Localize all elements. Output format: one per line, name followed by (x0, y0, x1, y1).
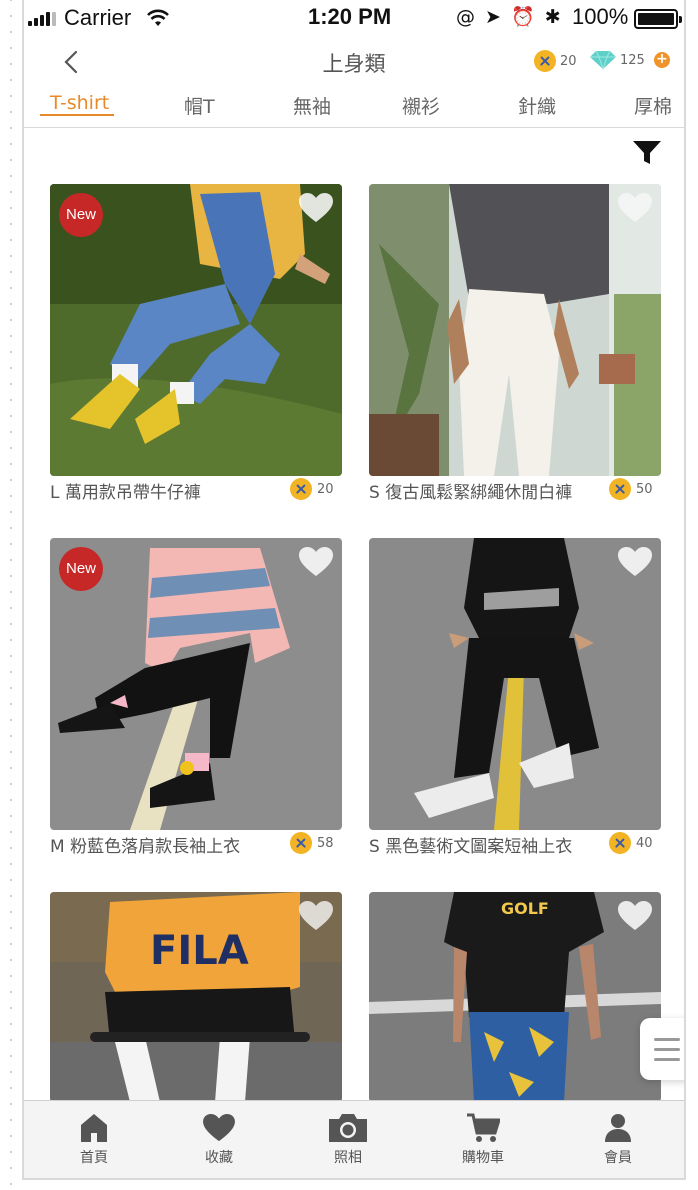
gem-balance[interactable]: 125 (588, 50, 645, 70)
battery-icon (634, 9, 682, 29)
svg-text:FILA: FILA (150, 928, 249, 974)
tabbar-label: 會員 (604, 1150, 632, 1166)
product-price: 20 (290, 478, 334, 500)
coin-icon (609, 832, 631, 854)
new-badge: New (59, 547, 103, 591)
tab-knit[interactable]: 針織 (518, 92, 556, 119)
product-price: 50 (609, 478, 653, 500)
tab-tshirt[interactable]: T-shirt (50, 92, 109, 114)
product-photo[interactable]: New (50, 184, 342, 476)
status-time: 1:20 PM (308, 4, 392, 29)
product-name: S 復古風鬆緊綁繩休閒白褲 (369, 483, 573, 503)
svg-text:GOLF: GOLF (501, 899, 549, 918)
coin-icon (534, 50, 556, 72)
heart-icon (618, 193, 652, 222)
product-name: L 萬用款吊帶牛仔褲 (50, 483, 201, 503)
page-title: 上身類 (322, 52, 386, 76)
diamond-icon (590, 50, 616, 70)
heart-icon (299, 547, 333, 576)
product-name: S 黑色藝術文圖案短袖上衣 (369, 837, 573, 857)
favorite-button[interactable] (298, 192, 334, 224)
coin-icon (609, 478, 631, 500)
filter-icon (633, 141, 661, 164)
status-indicators-icon: @ ➤ ⏰ ✱ (456, 6, 563, 28)
tab-shirt[interactable]: 襯衫 (402, 92, 440, 119)
price-value: 50 (636, 481, 653, 497)
filter-button[interactable] (632, 140, 662, 166)
favorite-button[interactable] (298, 546, 334, 578)
product-name: M 粉藍色落肩款長袖上衣 (50, 837, 241, 857)
favorite-button[interactable] (617, 900, 653, 932)
price-value: 20 (317, 481, 334, 497)
coin-balance[interactable]: 20 (534, 50, 577, 72)
signal-icon (28, 12, 56, 26)
status-bar: Carrier 1:20 PM @ ➤ ⏰ ✱ 100% (24, 0, 684, 36)
product-price: 40 (609, 832, 653, 854)
tabbar-label: 照相 (334, 1150, 362, 1166)
heart-icon (299, 901, 333, 930)
tab-hoodie[interactable]: 帽T (184, 92, 215, 119)
coin-count: 20 (560, 53, 577, 69)
wifi-icon (147, 9, 169, 26)
coin-icon (290, 478, 312, 500)
tab-sleeveless[interactable]: 無袖 (293, 92, 331, 119)
coin-icon (290, 832, 312, 854)
user-icon (605, 1114, 631, 1142)
add-currency-button[interactable]: + (654, 52, 670, 68)
nav-bar: 上身類 20 125 + (24, 36, 684, 88)
tabbar-member[interactable]: 會員 (573, 1113, 663, 1167)
heart-icon (618, 901, 652, 930)
heart-icon (203, 1113, 235, 1142)
carrier-name: Carrier (64, 5, 132, 30)
gem-count: 125 (620, 52, 645, 68)
tab-thick-cotton[interactable]: 厚棉 (634, 92, 672, 119)
tabbar-favorites[interactable]: 收藏 (174, 1113, 264, 1167)
camera-icon (329, 1114, 367, 1142)
cart-icon (467, 1113, 500, 1142)
tabbar-home[interactable]: 首頁 (49, 1113, 139, 1167)
heart-icon (299, 193, 333, 222)
bottom-tab-bar: 首頁 收藏 照相 購物車 會員 (24, 1100, 684, 1178)
product-photo[interactable]: FILA (50, 892, 342, 1102)
photo-person-white-pants-window (369, 184, 661, 476)
layout-guide-dots (0, 0, 22, 1190)
tabbar-cart[interactable]: 購物車 (438, 1113, 528, 1167)
product-photo[interactable]: GOLF (369, 892, 661, 1102)
favorite-button[interactable] (617, 192, 653, 224)
battery-percent: 100% (572, 4, 629, 29)
product-photo[interactable]: New (50, 538, 342, 830)
favorite-button[interactable] (617, 546, 653, 578)
product-photo[interactable] (369, 184, 661, 476)
new-badge: New (59, 193, 103, 237)
tabbar-label: 首頁 (80, 1150, 108, 1166)
price-value: 40 (636, 835, 653, 851)
favorite-button[interactable] (298, 900, 334, 932)
category-tabs: T-shirt 帽T 無袖 襯衫 針織 厚棉 (24, 88, 684, 128)
heart-icon (618, 547, 652, 576)
price-value: 58 (317, 835, 334, 851)
product-price: 58 (290, 832, 334, 854)
active-tab-indicator (40, 114, 114, 116)
product-photo[interactable] (369, 538, 661, 830)
photo-person-black-tee-road (369, 538, 661, 830)
tabbar-label: 購物車 (462, 1150, 504, 1166)
phone-screen: Carrier 1:20 PM @ ➤ ⏰ ✱ 100% 上身類 20 125 (22, 0, 686, 1180)
home-icon (81, 1114, 107, 1142)
tabbar-camera[interactable]: 照相 (303, 1113, 393, 1167)
tabbar-label: 收藏 (205, 1150, 233, 1166)
floating-menu-button[interactable] (640, 1018, 684, 1080)
